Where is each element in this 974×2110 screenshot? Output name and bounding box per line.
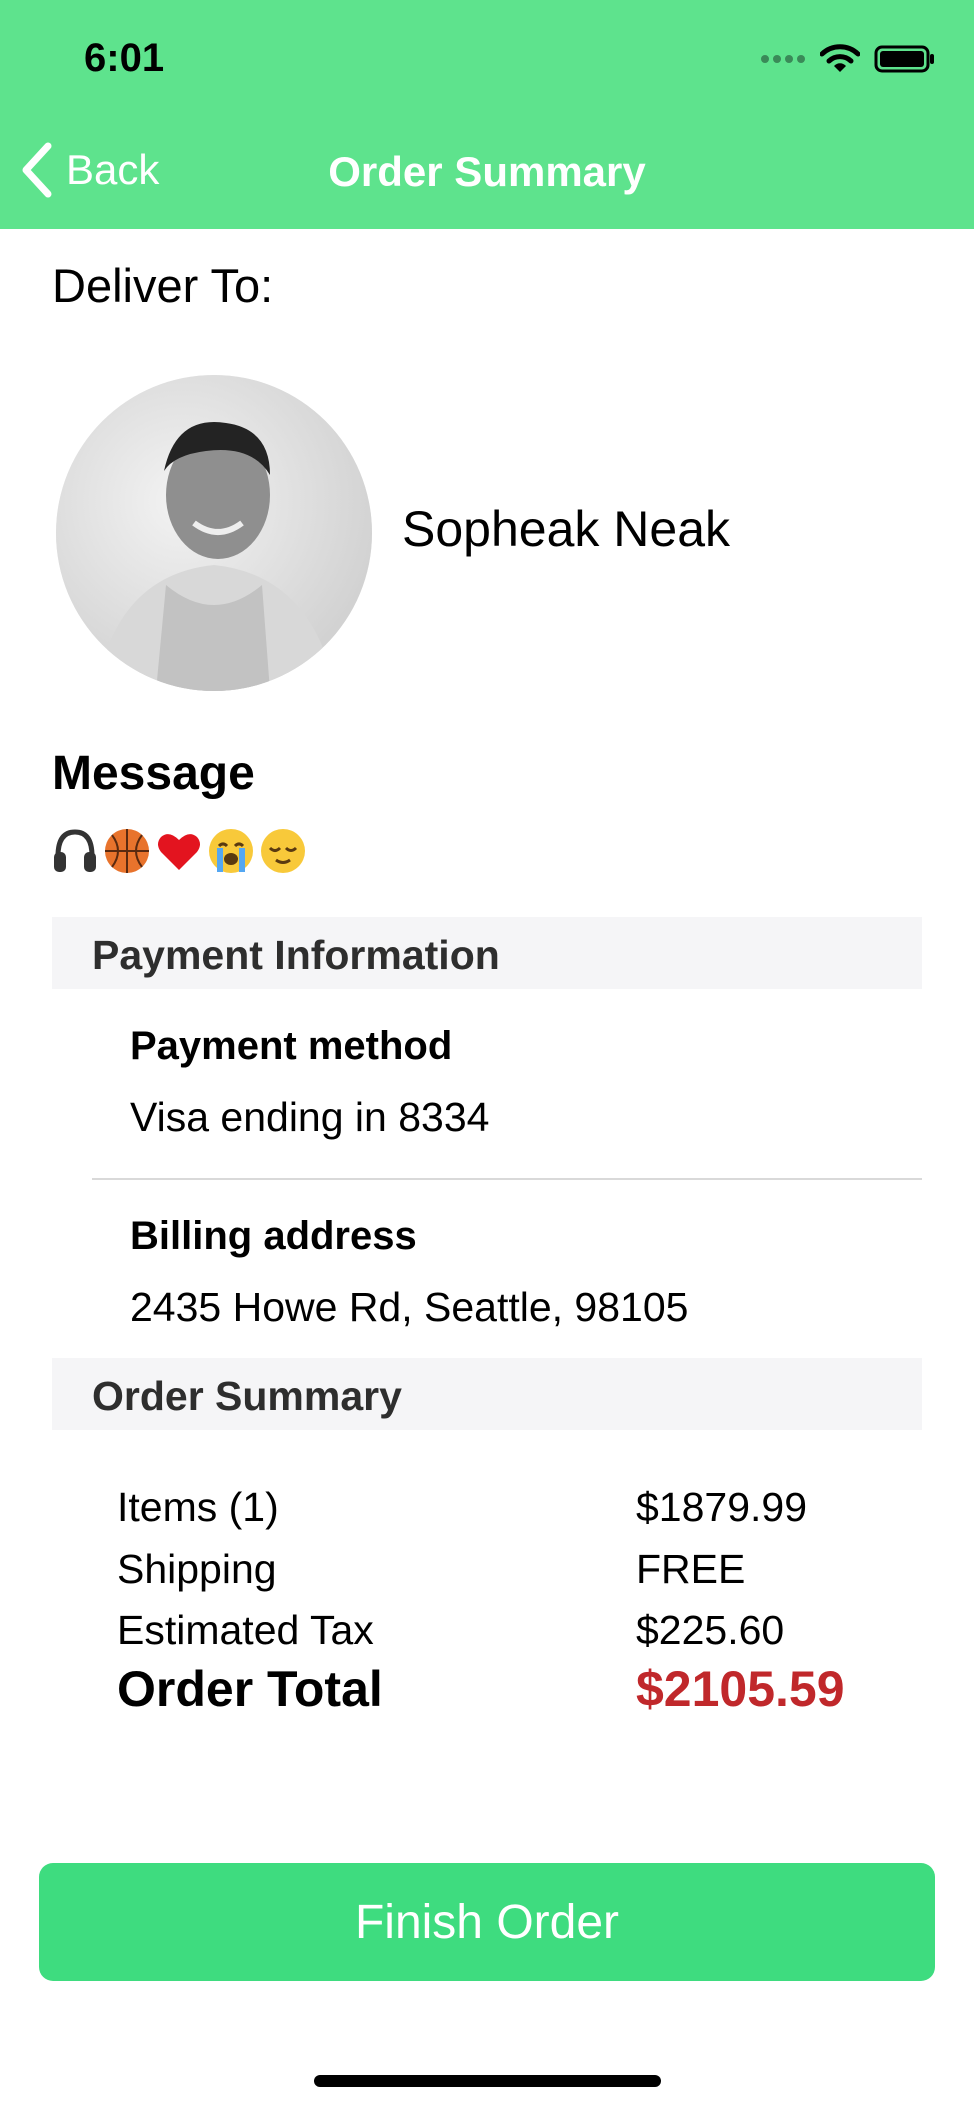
page-title: Order Summary [328,148,646,195]
status-icons [760,44,936,74]
recipient-name: Sopheak Neak [402,501,731,557]
battery-icon [874,45,934,73]
status-time: 6:01 [84,36,165,80]
order-summary-header: Order Summary [52,1358,922,1430]
message-emojis [50,826,308,876]
payment-method-label: Payment method [130,1024,453,1068]
section-title: Payment Information [92,932,500,978]
shipping-value: FREE [636,1546,746,1592]
billing-address-value: 2435 Howe Rd, Seattle, 98105 [130,1284,689,1330]
headphones-icon [54,829,96,872]
wifi-icon [820,44,860,72]
loudly-crying-face-icon [209,829,253,873]
home-indicator[interactable] [314,2075,661,2087]
avatar [56,375,372,691]
order-total-label: Order Total [117,1661,383,1717]
message-label: Message [52,747,255,800]
deliver-to-label: Deliver To: [52,259,274,312]
navigation-header: 6:01 Back Order Summary [0,0,974,229]
finish-order-button[interactable]: Finish Order [39,1863,935,1981]
payment-method-value: Visa ending in 8334 [130,1094,490,1140]
section-title: Order Summary [92,1373,402,1419]
items-value: $1879.99 [636,1484,808,1530]
signal-icon [761,55,805,63]
relieved-face-icon [261,829,305,873]
billing-address-label: Billing address [130,1214,417,1258]
divider [92,1178,922,1180]
tax-label: Estimated Tax [117,1607,374,1653]
shipping-label: Shipping [117,1546,277,1592]
basketball-icon [105,829,149,873]
payment-information-header: Payment Information [52,917,922,989]
tax-value: $225.60 [636,1607,785,1653]
order-total-value: $2105.59 [636,1661,845,1717]
finish-order-label: Finish Order [354,1895,620,1949]
red-heart-icon [158,834,200,870]
items-label: Items (1) [117,1484,279,1530]
